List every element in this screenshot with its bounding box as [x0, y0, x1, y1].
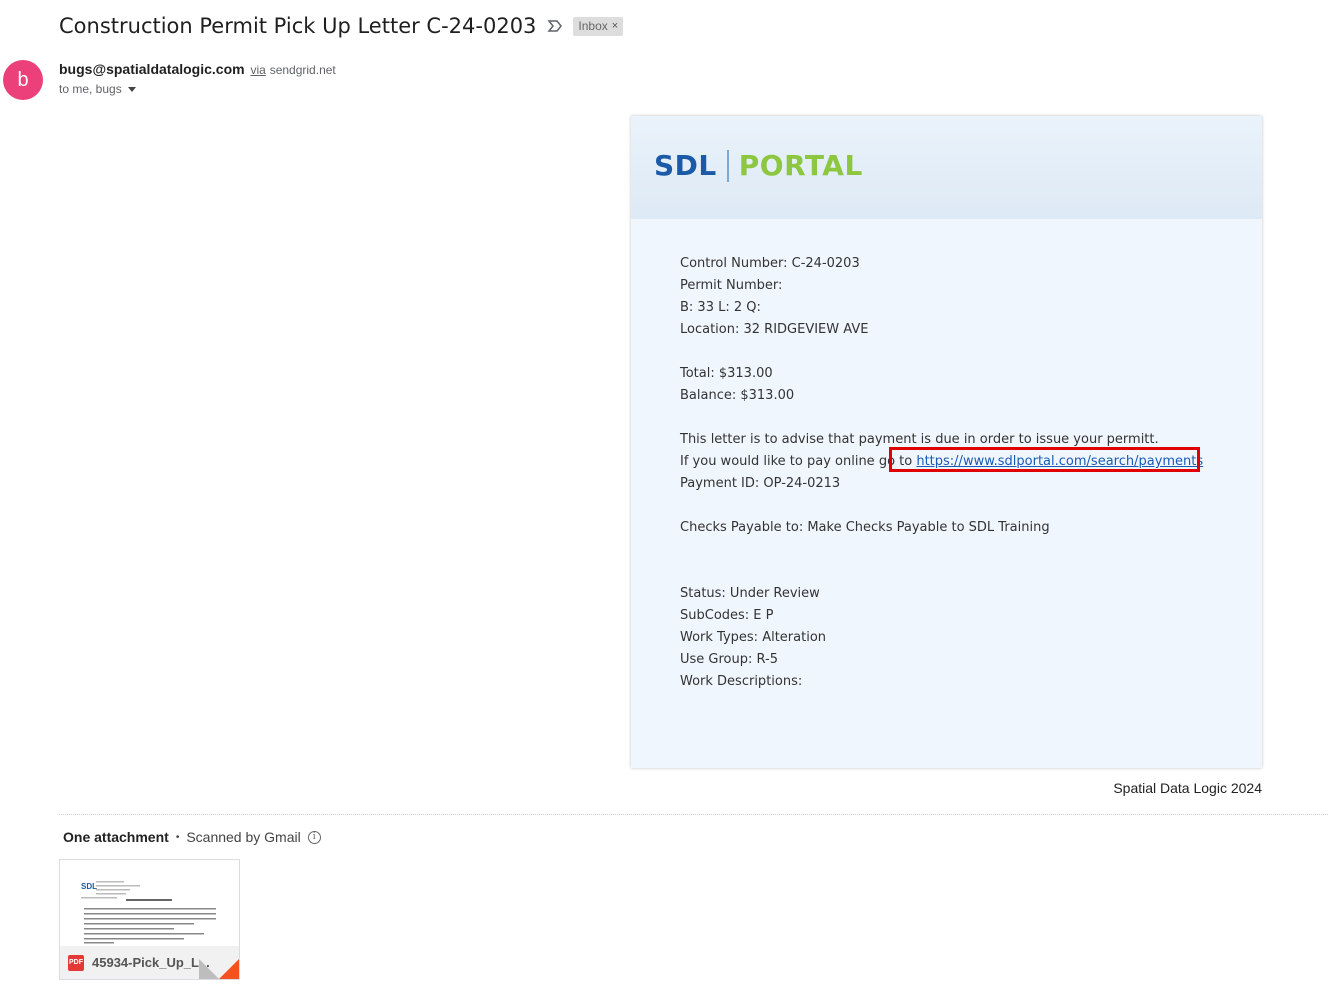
email-subject-row: Construction Permit Pick Up Letter C-24-…	[59, 11, 624, 41]
balance: Balance: $313.00	[680, 388, 795, 403]
email-content-card: SDL PORTAL Control Number: C-24-0203 Per…	[631, 116, 1262, 768]
use-group: Use Group: R-5	[680, 652, 778, 667]
control-number: Control Number: C-24-0203	[680, 256, 860, 271]
pdf-corner-fold-icon	[219, 959, 239, 979]
advise-text: This letter is to advise that payment is…	[680, 432, 1159, 447]
logo-divider	[726, 149, 729, 182]
subcodes: SubCodes: E P	[680, 608, 774, 623]
location: Location: 32 RIDGEVIEW AVE	[680, 322, 869, 337]
scanned-by-gmail: Scanned by Gmail	[186, 829, 301, 845]
card-header: SDL PORTAL	[631, 116, 1262, 219]
via-domain: sendgrid.net	[269, 63, 336, 77]
attachment-thumbnail: SDL	[60, 860, 239, 946]
corner-fold-shade	[199, 959, 219, 979]
via-link[interactable]: via	[250, 63, 265, 77]
block-lot: B: 33 L: 2 Q:	[680, 300, 761, 315]
sender-email[interactable]: bugs@spatialdatalogic.com	[59, 61, 245, 77]
inbox-label-text: Inbox	[578, 18, 608, 33]
status: Status: Under Review	[680, 586, 820, 601]
pdf-icon: PDF	[68, 954, 84, 971]
attachment-card[interactable]: SDL PDF 45934-Pick_Up_L...	[59, 859, 240, 980]
attachments-divider	[59, 814, 1328, 815]
remove-label-icon[interactable]: ×	[612, 20, 618, 32]
recipients-details[interactable]: to me, bugs	[59, 82, 136, 96]
info-icon[interactable]: i	[307, 830, 321, 844]
logo-sdl-text: SDL	[654, 149, 717, 182]
chevron-down-icon[interactable]	[127, 87, 136, 92]
logo-portal-text: PORTAL	[738, 149, 863, 182]
attachments-header: One attachment • Scanned by Gmail i	[63, 829, 321, 845]
attachment-file-name: 45934-Pick_Up_L...	[92, 955, 210, 970]
checks-payable: Checks Payable to: Make Checks Payable t…	[680, 520, 1050, 535]
sender-line: bugs@spatialdatalogic.com via sendgrid.n…	[59, 61, 336, 77]
svg-text:SDL: SDL	[81, 882, 97, 891]
avatar[interactable]: b	[3, 60, 43, 100]
total: Total: $313.00	[680, 366, 773, 381]
permit-number: Permit Number:	[680, 278, 783, 293]
payment-portal-link[interactable]: https://www.sdlportal.com/search/payment…	[916, 454, 1203, 469]
card-body: Control Number: C-24-0203 Permit Number:…	[680, 253, 1203, 693]
pay-online-prefix: If you would like to pay online go to	[680, 454, 917, 469]
important-marker-icon[interactable]	[547, 19, 563, 33]
footer-copyright: Spatial Data Logic 2024	[1113, 780, 1262, 796]
recipients-text: to me, bugs	[59, 82, 122, 96]
attachments-separator: •	[175, 831, 180, 843]
sdl-portal-logo: SDL PORTAL	[654, 149, 863, 182]
attachments-title: One attachment	[63, 829, 169, 845]
email-subject: Construction Permit Pick Up Letter C-24-…	[59, 14, 537, 38]
work-types: Work Types: Alteration	[680, 630, 827, 645]
work-descriptions: Work Descriptions:	[680, 674, 803, 689]
pay-online-line: If you would like to pay online go to ht…	[680, 451, 1203, 473]
payment-id: Payment ID: OP-24-0213	[680, 476, 841, 491]
inbox-label-chip[interactable]: Inbox ×	[573, 16, 624, 36]
